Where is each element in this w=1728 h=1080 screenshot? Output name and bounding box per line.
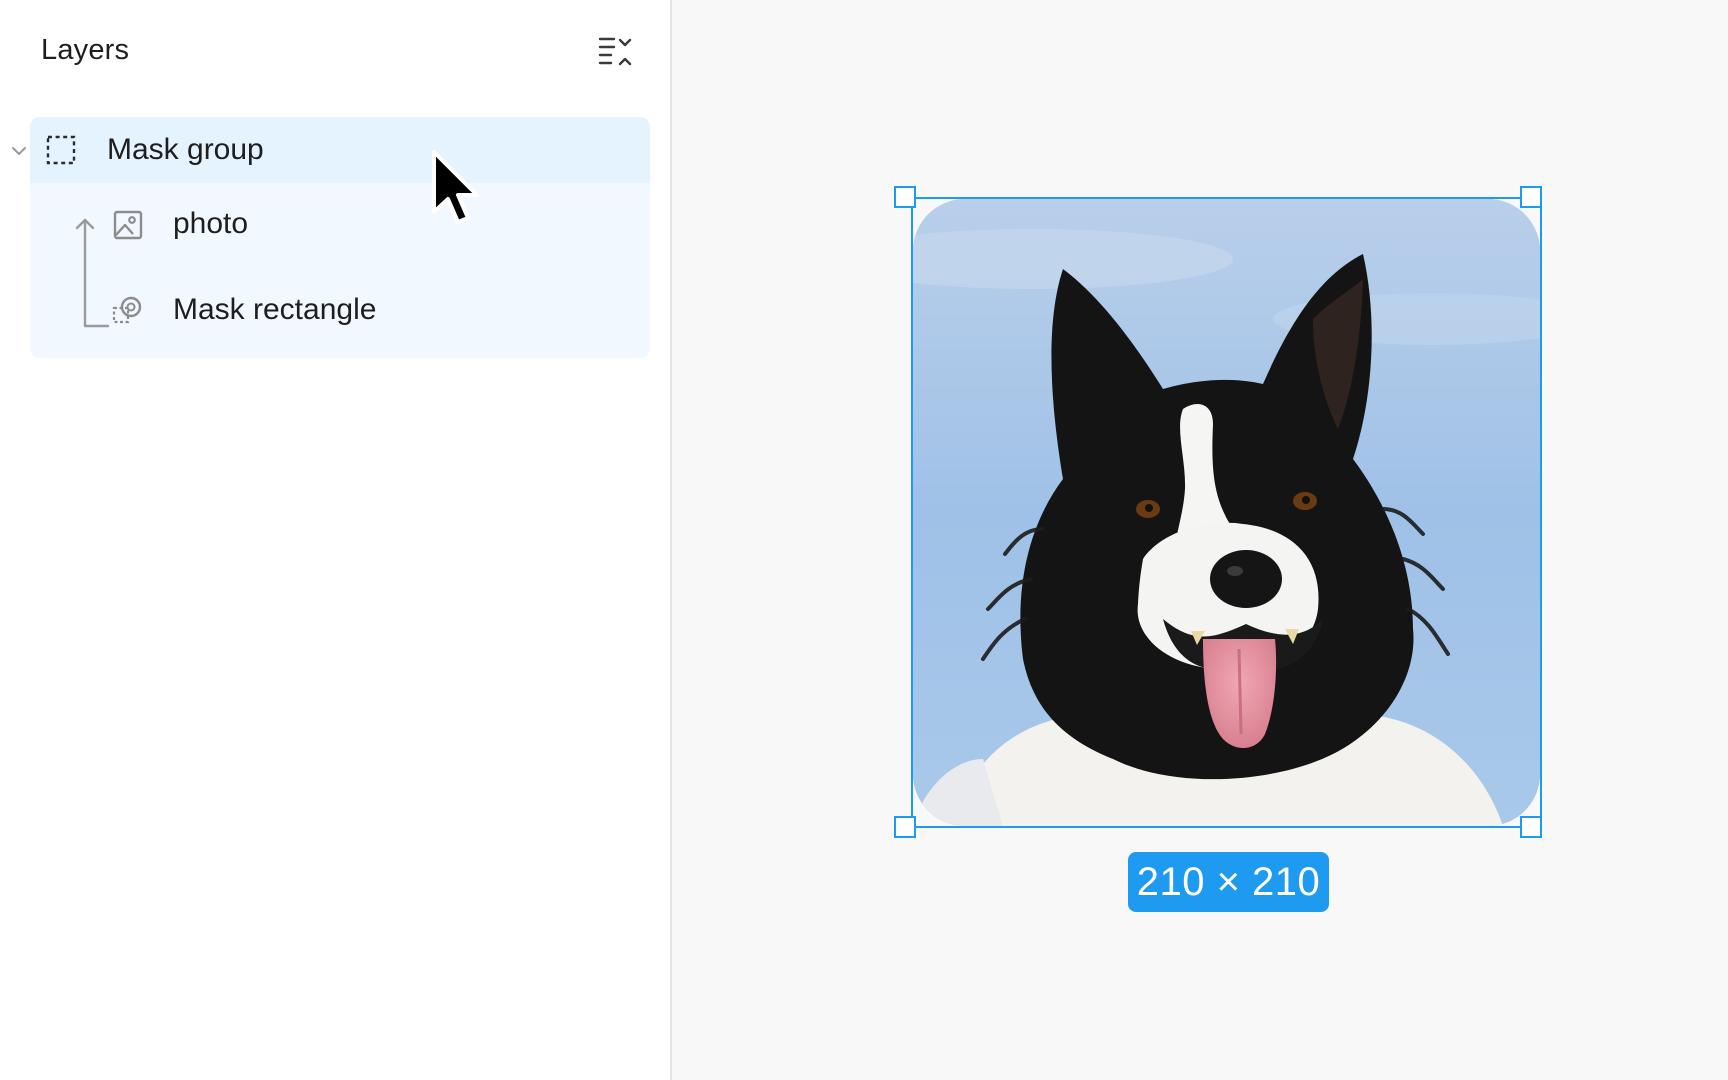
layers-panel-title: Layers — [41, 34, 130, 66]
mask-connector-line — [75, 218, 110, 328]
layer-label-mask-rectangle: Mask rectangle — [173, 293, 377, 326]
layer-label-photo: photo — [173, 207, 249, 240]
mask-group-icon — [46, 135, 76, 165]
chevron-down-icon[interactable] — [8, 140, 30, 162]
collapse-layers-button[interactable] — [594, 30, 638, 74]
collapse-layers-icon — [598, 37, 632, 66]
layer-row-mask-rectangle[interactable]: Mask rectangle — [30, 271, 650, 358]
resize-handle-top-left[interactable] — [894, 186, 916, 208]
mask-shape-icon — [112, 295, 144, 327]
layer-row-photo[interactable]: photo — [30, 183, 650, 271]
resize-handle-bottom-left[interactable] — [894, 816, 916, 838]
resize-handle-bottom-right[interactable] — [1520, 816, 1542, 838]
resize-handle-top-right[interactable] — [1520, 186, 1542, 208]
image-icon — [112, 209, 144, 241]
selection-size-badge: 210 × 210 — [1128, 852, 1329, 912]
layer-label-mask-group: Mask group — [107, 133, 264, 166]
layer-row-mask-group[interactable]: Mask group — [30, 117, 650, 183]
mask-group-layer-tree: Mask group photo Mask rectangle — [30, 117, 650, 358]
layers-panel: Layers Mask group photo Mask rectangle — [0, 0, 672, 1080]
selection-bounding-box — [911, 197, 1542, 828]
app-window: Layers Mask group photo Mask rectangle 2… — [0, 0, 1728, 1080]
layers-panel-header: Layers — [0, 0, 670, 104]
